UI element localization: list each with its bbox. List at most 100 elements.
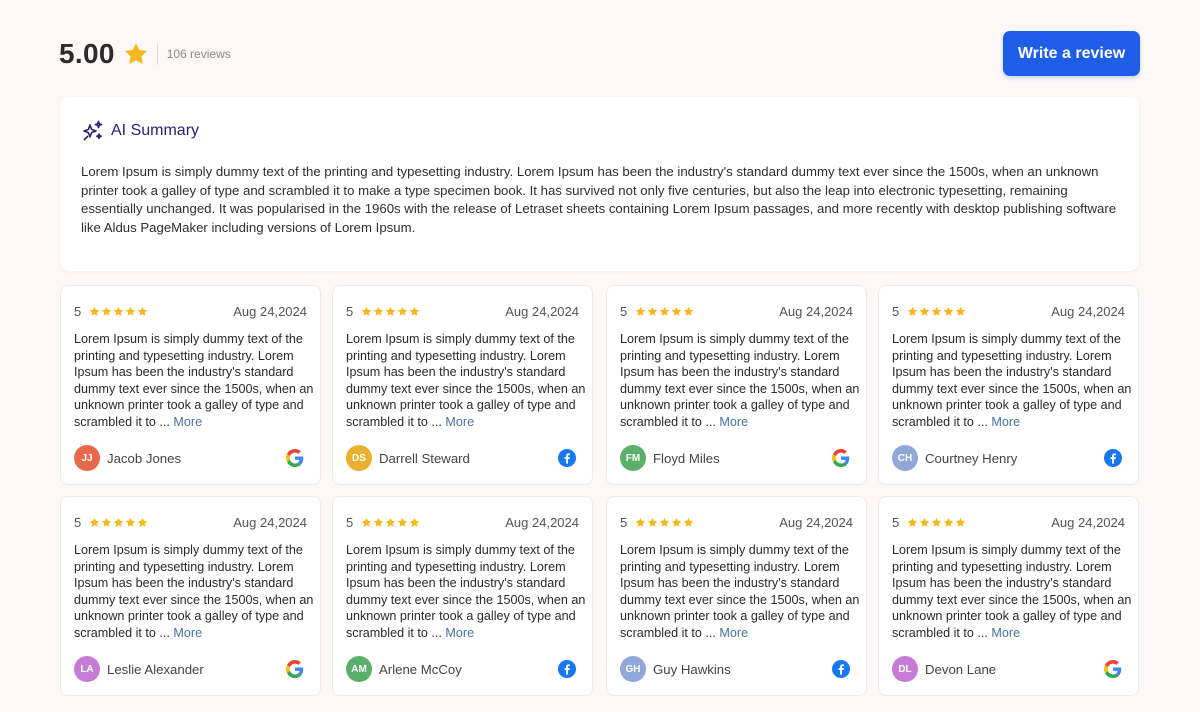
review-text: Lorem Ipsum is simply dummy text of the … [346,542,586,642]
more-link[interactable]: More [445,626,474,640]
review-text: Lorem Ipsum is simply dummy text of the … [620,331,860,431]
author-name: Leslie Alexander [107,661,204,677]
star-icon [671,517,682,527]
star-rating [89,517,148,528]
star-icon [647,306,658,316]
reviews-header: 5.00 106 reviews Write a review [59,30,1140,78]
review-text: Lorem Ipsum is simply dummy text of the … [620,542,860,642]
star-icon [385,306,396,316]
review-score: 5 [620,515,628,530]
star-icon [955,517,966,527]
review-date: Aug 24,2024 [505,304,579,319]
review-text: Lorem Ipsum is simply dummy text of the … [74,542,314,642]
star-icon [907,517,918,527]
review-card: 5 Aug 24,2024 Lorem Ipsum is simply dummy … [606,285,867,485]
rating-value: 5.00 [59,38,115,69]
review-meta: 5 Aug 24,2024 [346,304,579,320]
review-meta: 5 Aug 24,2024 [74,515,307,531]
facebook-icon[interactable] [558,660,576,678]
more-link[interactable]: More [719,626,748,640]
write-review-button[interactable]: Write a review [1003,31,1140,76]
star-icon [101,306,112,316]
review-date: Aug 24,2024 [505,515,579,530]
review-author: GH Guy Hawkins [620,656,731,682]
star-icon [113,517,124,527]
author-name: Arlene McCoy [379,661,462,677]
google-icon[interactable] [286,449,304,467]
star-icon [125,306,136,316]
star-icon [409,517,420,527]
review-author: FM Floyd Miles [620,445,720,471]
google-icon[interactable] [1104,660,1122,678]
review-score: 5 [74,515,82,530]
star-icon [89,517,100,527]
avatar: AM [346,656,372,682]
more-link[interactable]: More [991,626,1020,640]
more-link[interactable]: More [991,415,1020,429]
star-icon [683,306,694,316]
star-icon [635,517,646,527]
google-icon[interactable] [286,660,304,678]
review-score: 5 [346,515,354,530]
avatar: CH [892,445,918,471]
star-rating [635,306,694,317]
more-link[interactable]: More [719,415,748,429]
star-icon [659,306,670,316]
star-rating [361,517,420,528]
star-icon [955,306,966,316]
star-icon [113,306,124,316]
review-date: Aug 24,2024 [779,304,853,319]
star-icon [907,306,918,316]
review-date: Aug 24,2024 [233,515,307,530]
review-count: 106 reviews [166,47,231,61]
star-icon [385,517,396,527]
more-link[interactable]: More [173,626,202,640]
review-author: JJ Jacob Jones [74,445,181,471]
avatar: FM [620,445,646,471]
facebook-icon[interactable] [558,449,576,467]
review-card: 5 Aug 24,2024 Lorem Ipsum is simply dummy … [332,496,593,696]
review-meta: 5 Aug 24,2024 [620,304,853,320]
review-author: DS Darrell Steward [346,445,470,471]
review-card: 5 Aug 24,2024 Lorem Ipsum is simply dummy … [332,285,593,485]
ai-summary-title: AI Summary [111,122,200,139]
review-text: Lorem Ipsum is simply dummy text of the … [892,542,1132,642]
star-icon [137,306,148,316]
star-icon [373,517,384,527]
review-score: 5 [74,304,82,319]
review-meta: 5 Aug 24,2024 [74,304,307,320]
author-name: Devon Lane [925,661,997,677]
review-card: 5 Aug 24,2024 Lorem Ipsum is simply dummy … [60,496,321,696]
review-author: CH Courtney Henry [892,445,1017,471]
star-icon [137,517,148,527]
review-meta: 5 Aug 24,2024 [892,515,1125,531]
star-icon [931,517,942,527]
review-date: Aug 24,2024 [779,515,853,530]
avatar: JJ [74,445,100,471]
review-author: AM Arlene McCoy [346,656,462,682]
star-icon [647,517,658,527]
star-rating [89,306,148,317]
star-icon [683,517,694,527]
divider [156,43,158,65]
facebook-icon[interactable] [832,660,850,678]
star-icon [361,306,372,316]
star-icon [397,306,408,316]
google-icon[interactable] [832,449,850,467]
star-icon [635,306,646,316]
more-link[interactable]: More [173,415,202,429]
star-icon [125,517,136,527]
star-icon [124,42,147,64]
avatar: DL [892,656,918,682]
author-name: Guy Hawkins [653,661,731,677]
facebook-icon[interactable] [1104,449,1122,467]
review-card: 5 Aug 24,2024 Lorem Ipsum is simply dummy … [60,285,321,485]
star-icon [89,306,100,316]
review-date: Aug 24,2024 [1051,515,1125,530]
review-meta: 5 Aug 24,2024 [346,515,579,531]
more-link[interactable]: More [445,415,474,429]
star-icon [397,517,408,527]
star-icon [409,306,420,316]
review-score: 5 [346,304,354,319]
author-name: Jacob Jones [107,450,182,466]
